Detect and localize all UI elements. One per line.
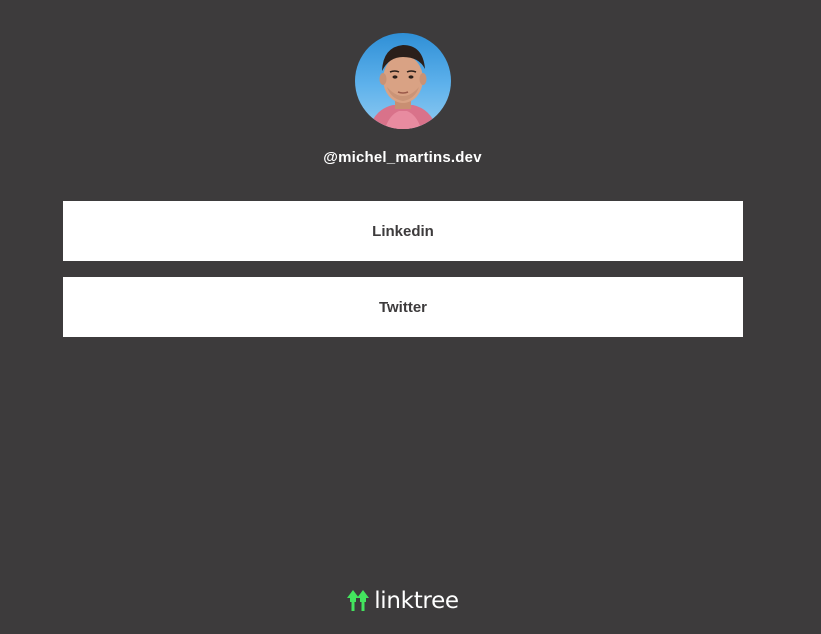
profile-photo [368, 45, 437, 129]
linktree-brand-name: linktree [374, 588, 459, 614]
linkedin-link-button[interactable]: Linkedin [63, 201, 743, 261]
linktree-logo-icon [347, 590, 370, 611]
footer: linktree [0, 588, 805, 614]
profile-handle: @michel_martins.dev [323, 149, 482, 166]
linktree-brand-link[interactable]: linktree [346, 588, 459, 614]
profile-header: @michel_martins.dev [0, 33, 805, 166]
links-list: Linkedin Twitter [63, 201, 743, 353]
twitter-link-button[interactable]: Twitter [63, 277, 743, 337]
avatar [354, 33, 451, 129]
